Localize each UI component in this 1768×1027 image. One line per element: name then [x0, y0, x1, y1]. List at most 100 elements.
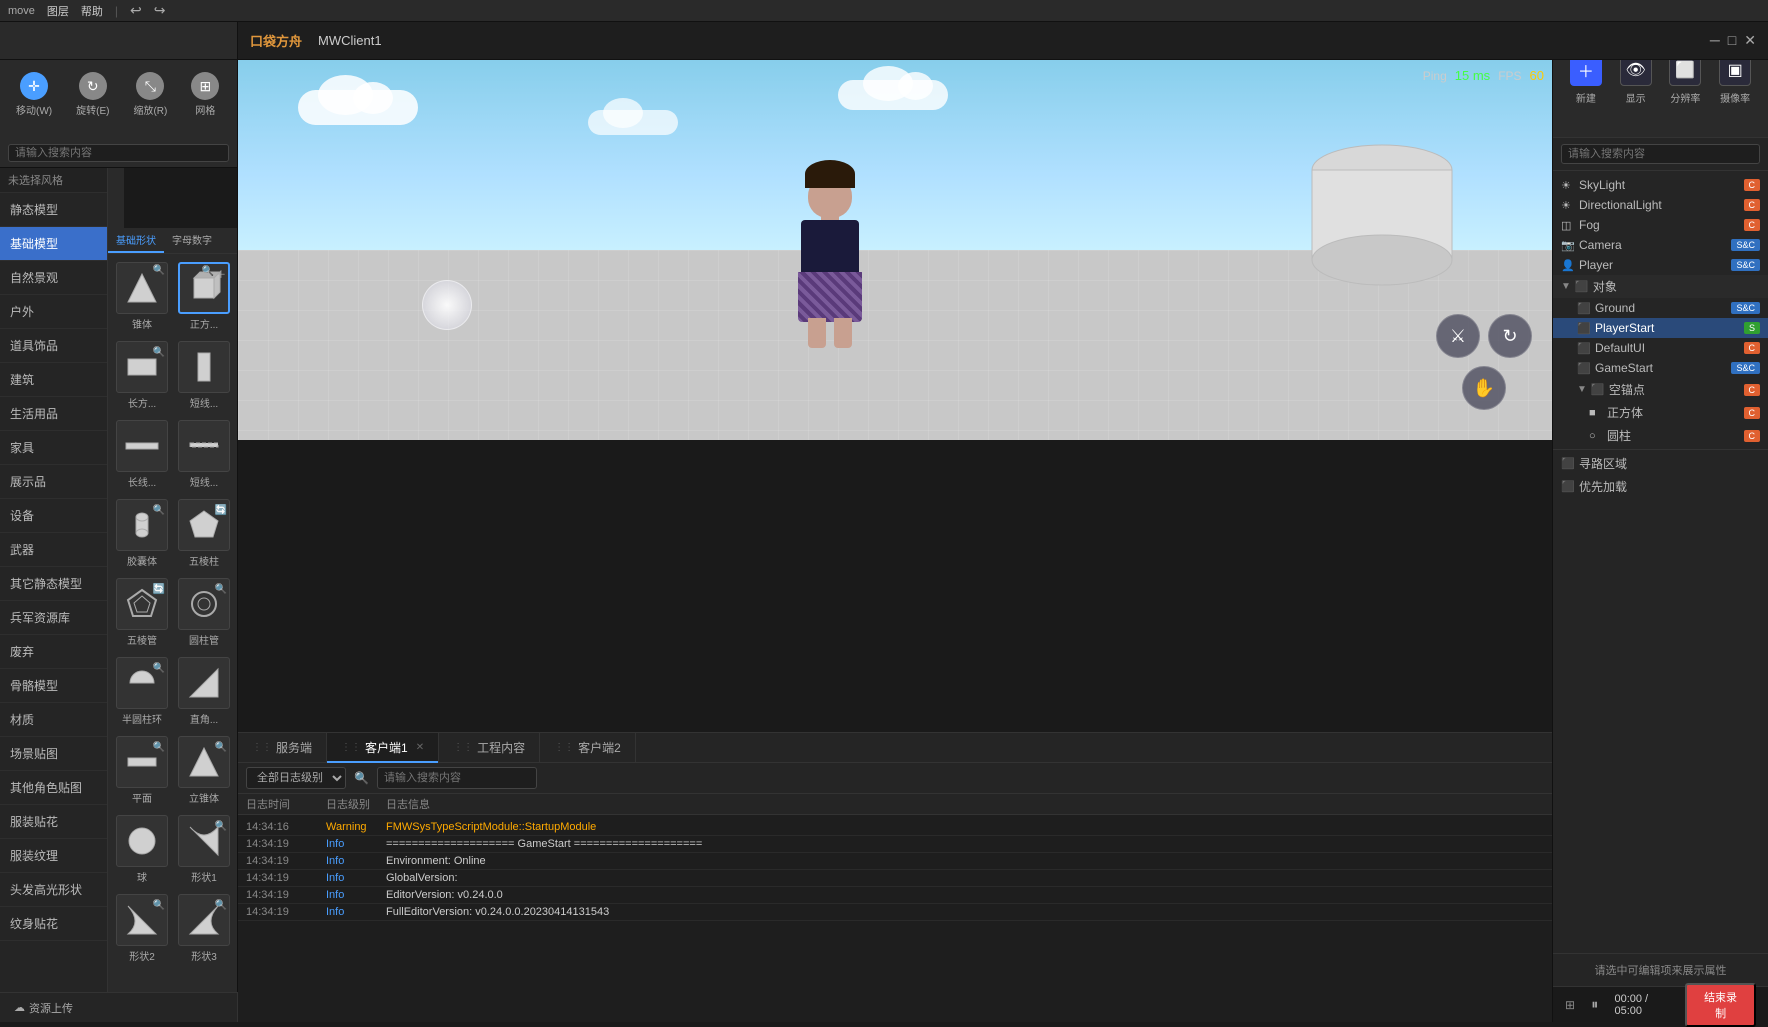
tree-item-priority-load[interactable]: ⬛ 优先加载	[1553, 475, 1768, 498]
sidebar-item-army[interactable]: 兵军资源库	[0, 601, 107, 635]
model-item-shape3[interactable]: 🔍 形状3	[174, 890, 234, 967]
asset-upload-btn[interactable]: ☁ 资源上传	[8, 997, 79, 1019]
tree-item-playerstart[interactable]: ⬛ PlayerStart S	[1553, 318, 1768, 338]
rt-display-btn[interactable]: 👁 显示	[1620, 54, 1652, 105]
sidebar-item-outdoor[interactable]: 户外	[0, 295, 107, 329]
vp-ctrl-hand[interactable]: ✋	[1462, 366, 1506, 410]
redo-btn[interactable]: ↪	[154, 2, 166, 19]
console-tab-client2[interactable]: ⋮⋮ 客户端2	[540, 733, 636, 763]
console-search-input[interactable]	[377, 767, 537, 789]
model-search-icon9[interactable]: 🔍	[153, 742, 165, 753]
rotate-tool[interactable]: ↻ 旋转(E)	[68, 68, 117, 121]
tree-item-cylinder[interactable]: ○ 圆柱 C	[1553, 424, 1768, 447]
tree-item-camera[interactable]: 📷 Camera S&C	[1553, 235, 1768, 255]
tree-item-skylight[interactable]: ☀ SkyLight C	[1553, 175, 1768, 195]
model-item-plane[interactable]: 🔍 平面	[112, 732, 172, 809]
sidebar-item-static[interactable]: 静态模型	[0, 193, 107, 227]
model-item-cube[interactable]: 🔍 ＋ 正方...	[174, 258, 234, 335]
minimize-btn[interactable]: ─	[1710, 32, 1720, 49]
pb-record-btn[interactable]: 结束录制	[1685, 983, 1756, 1027]
model-search-icon13[interactable]: 🔍	[215, 900, 227, 911]
model-item-capsule[interactable]: 🔍 胶囊体	[112, 495, 172, 572]
tree-item-pathfinding[interactable]: ⬛ 寻路区域	[1553, 452, 1768, 475]
right-search-input[interactable]	[1561, 144, 1760, 164]
sidebar-item-road[interactable]: 道具饰品	[0, 329, 107, 363]
sidebar-item-basic[interactable]: 基础模型	[0, 227, 107, 261]
tab-alpha-num[interactable]: 字母数字	[164, 228, 220, 253]
sidebar-item-bone[interactable]: 骨骼模型	[0, 669, 107, 703]
move-tool[interactable]: ✛ 移动(W)	[8, 68, 60, 121]
vp-ctrl-refresh[interactable]: ↻	[1488, 314, 1532, 358]
sidebar-item-equipment[interactable]: 设备	[0, 499, 107, 533]
tree-item-gamestart[interactable]: ⬛ GameStart S&C	[1553, 358, 1768, 378]
model-item-right-angle[interactable]: 直角...	[174, 653, 234, 730]
sidebar-item-tattoo[interactable]: 纹身贴花	[0, 907, 107, 941]
pb-pause-btn[interactable]: ⏸	[1583, 993, 1606, 1017]
sidebar-item-building[interactable]: 建筑	[0, 363, 107, 397]
console-tab-close-client1[interactable]: ✕	[416, 742, 424, 753]
model-item-sphere[interactable]: 球	[112, 811, 172, 888]
rt-capture-btn[interactable]: ▣ 摄像率	[1719, 54, 1751, 105]
tree-item-anchor[interactable]: ▼ ⬛ 空锚点 C	[1553, 378, 1768, 401]
model-item-rectangle[interactable]: 🔍 长方...	[112, 337, 172, 414]
sidebar-item-daily[interactable]: 生活用品	[0, 397, 107, 431]
model-item-shortline[interactable]: 短线...	[174, 337, 234, 414]
sidebar-item-nature[interactable]: 自然景观	[0, 261, 107, 295]
model-search-icon10[interactable]: 🔍	[215, 742, 227, 753]
sidebar-item-material[interactable]: 材质	[0, 703, 107, 737]
tree-item-fog[interactable]: ◫ Fog C	[1553, 215, 1768, 235]
model-item-shape1[interactable]: 🔍 形状1	[174, 811, 234, 888]
tree-item-cube2[interactable]: ■ 正方体 C	[1553, 401, 1768, 424]
vp-ctrl-sword[interactable]: ⚔	[1436, 314, 1480, 358]
sidebar-item-display[interactable]: 展示品	[0, 465, 107, 499]
model-item-shortline2[interactable]: 短线...	[174, 416, 234, 493]
model-search-icon6[interactable]: 🔄	[153, 584, 165, 595]
model-search-icon3[interactable]: 🔍	[153, 347, 165, 358]
grid-tool[interactable]: ⊞ 网格	[183, 68, 227, 121]
tree-item-player[interactable]: 👤 Player S&C	[1553, 255, 1768, 275]
sidebar-item-other-char[interactable]: 其他角色贴图	[0, 771, 107, 805]
undo-btn[interactable]: ↩	[130, 2, 142, 19]
console-tab-client1[interactable]: ⋮⋮ 客户端1 ✕	[327, 733, 439, 763]
sidebar-item-trash[interactable]: 废弃	[0, 635, 107, 669]
log-level-filter[interactable]: 全部日志级别	[246, 767, 346, 789]
console-tab-project[interactable]: ⋮⋮ 工程内容	[439, 733, 540, 763]
model-item-cylinder-tube[interactable]: 🔍 圆柱管	[174, 574, 234, 651]
model-add-icon[interactable]: ＋	[216, 266, 226, 281]
rt-resolution-btn[interactable]: ⬜ 分辨率	[1669, 54, 1701, 105]
model-item-penta-prism[interactable]: 🔄 五棱柱	[174, 495, 234, 572]
menu-help[interactable]: 帮助	[81, 3, 103, 19]
viewport[interactable]: Ping 15 ms FPS 60 ⚔ ↻ ✋	[238, 60, 1552, 440]
tree-item-dirlight[interactable]: ☀ DirectionalLight C	[1553, 195, 1768, 215]
model-item-cone[interactable]: 🔍 锥体	[112, 258, 172, 335]
console-tab-server[interactable]: ⋮⋮ 服务端	[238, 733, 327, 763]
menu-layers[interactable]: 图层	[47, 3, 69, 19]
sidebar-item-weapon[interactable]: 武器	[0, 533, 107, 567]
model-search-icon5[interactable]: 🔄	[215, 505, 227, 516]
sidebar-item-furniture[interactable]: 家具	[0, 431, 107, 465]
model-item-half-cylinder[interactable]: 🔍 半圆柱环	[112, 653, 172, 730]
sidebar-item-clothing[interactable]: 服装贴花	[0, 805, 107, 839]
tree-item-ground[interactable]: ⬛ Ground S&C	[1553, 298, 1768, 318]
left-search-input[interactable]	[8, 144, 229, 162]
model-search-icon8[interactable]: 🔍	[153, 663, 165, 674]
pb-grid-icon[interactable]: ⊞	[1565, 998, 1575, 1012]
model-search-icon4[interactable]: 🔍	[153, 505, 165, 516]
model-search-icon12[interactable]: 🔍	[153, 900, 165, 911]
restore-btn[interactable]: □	[1728, 32, 1736, 49]
model-item-penta-tube[interactable]: 🔄 五棱管	[112, 574, 172, 651]
sidebar-item-other-static[interactable]: 其它静态模型	[0, 567, 107, 601]
model-search-icon11[interactable]: 🔍	[215, 821, 227, 832]
sidebar-item-hair-shape[interactable]: 头发高光形状	[0, 873, 107, 907]
tree-section-objects[interactable]: ▼ ⬛ 对象	[1553, 275, 1768, 298]
tab-basic-shapes[interactable]: 基础形状	[108, 228, 164, 253]
model-item-longline[interactable]: 长线...	[112, 416, 172, 493]
model-search-icon[interactable]: 🔍	[153, 265, 165, 276]
model-search-icon7[interactable]: 🔍	[215, 584, 227, 595]
scale-tool[interactable]: ⤡ 缩放(R)	[125, 68, 175, 121]
sidebar-item-scene-tex[interactable]: 场景贴图	[0, 737, 107, 771]
model-item-pyramid[interactable]: 🔍 立锥体	[174, 732, 234, 809]
sidebar-item-cloth-tex[interactable]: 服装纹理	[0, 839, 107, 873]
model-item-shape2[interactable]: 🔍 形状2	[112, 890, 172, 967]
tree-item-defaultui[interactable]: ⬛ DefaultUI C	[1553, 338, 1768, 358]
